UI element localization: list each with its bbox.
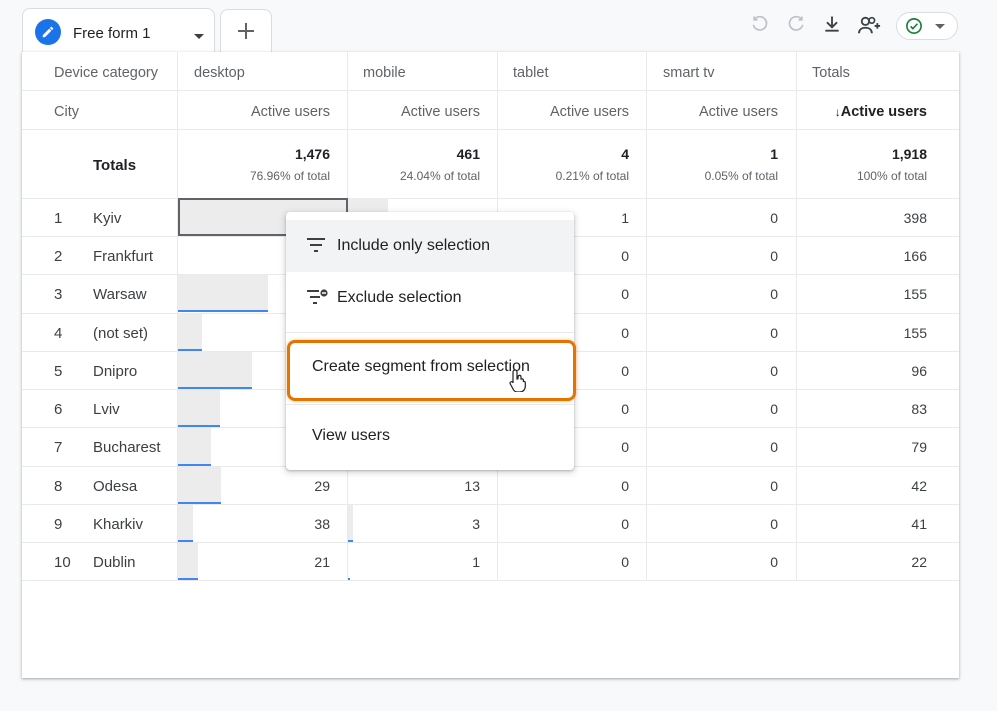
plus-icon — [238, 23, 254, 39]
metric-header[interactable]: Active users — [352, 104, 480, 120]
value-cell-desktop[interactable]: 21 — [182, 554, 330, 570]
caret-down-icon — [935, 24, 945, 29]
value-cell-mobile[interactable]: 3 — [352, 516, 480, 532]
menu-divider — [286, 404, 574, 405]
value-cell-smarttv[interactable]: 0 — [652, 439, 778, 455]
value-cell-smarttv[interactable]: 0 — [652, 478, 778, 494]
total-value: 1 — [770, 146, 778, 162]
value-cell-smarttv[interactable]: 0 — [652, 325, 778, 341]
metric-header-sorted[interactable]: ↓Active users — [802, 104, 927, 120]
row-index: 1 — [54, 210, 63, 227]
value-cell-mobile[interactable]: 1 — [352, 554, 480, 570]
value-cell-tablet[interactable]: 0 — [502, 516, 629, 532]
tab-free-form-1[interactable]: Free form 1 — [22, 8, 215, 52]
check-circle-icon — [906, 18, 922, 34]
total-percent: 100% of total — [856, 169, 927, 183]
value-cell-total[interactable]: 83 — [802, 401, 927, 417]
column-header-totals[interactable]: Totals — [812, 65, 850, 81]
total-percent: 0.05% of total — [704, 169, 778, 183]
hand-cursor-icon — [509, 368, 527, 397]
total-percent: 24.04% of total — [399, 169, 480, 183]
menu-divider — [286, 332, 574, 333]
city-cell[interactable]: Kyiv — [93, 210, 121, 227]
status-dropdown[interactable] — [896, 12, 958, 40]
city-cell[interactable]: (not set) — [93, 325, 148, 342]
menu-item-exclude-selection[interactable]: Exclude selection — [286, 272, 574, 324]
metric-header[interactable]: Active users — [652, 104, 778, 120]
value-cell-total[interactable]: 155 — [802, 286, 927, 302]
metric-header[interactable]: Active users — [182, 104, 330, 120]
row-index: 8 — [54, 478, 63, 495]
menu-item-label: Exclude selection — [337, 289, 462, 306]
value-cell-smarttv[interactable]: 0 — [652, 554, 778, 570]
value-cell-smarttv[interactable]: 0 — [652, 401, 778, 417]
value-cell-tablet[interactable]: 0 — [502, 554, 629, 570]
caret-down-icon[interactable] — [193, 28, 205, 46]
row-index: 9 — [54, 516, 63, 533]
total-value: 1,476 — [294, 146, 330, 162]
selection-highlight — [287, 340, 576, 401]
row-index: 10 — [54, 554, 71, 571]
city-cell[interactable]: Odesa — [93, 478, 137, 495]
value-cell-total[interactable]: 42 — [802, 478, 927, 494]
row-index: 4 — [54, 325, 63, 342]
pencil-icon — [35, 19, 61, 45]
city-cell[interactable]: Kharkiv — [93, 516, 143, 533]
column-header-desktop[interactable]: desktop — [194, 65, 245, 81]
row-dimension-header[interactable]: City — [54, 104, 79, 120]
add-tab-button[interactable] — [220, 9, 272, 52]
total-percent: 76.96% of total — [249, 169, 330, 183]
row-index: 6 — [54, 401, 63, 418]
value-cell-total[interactable]: 96 — [802, 363, 927, 379]
total-percent: 0.21% of total — [555, 169, 629, 183]
row-index: 2 — [54, 248, 63, 265]
tab-title: Free form 1 — [73, 25, 151, 42]
value-cell-total[interactable]: 166 — [802, 248, 927, 264]
city-cell[interactable]: Dnipro — [93, 363, 137, 380]
value-cell-total[interactable]: 22 — [802, 554, 927, 570]
column-header-tablet[interactable]: tablet — [513, 65, 548, 81]
city-cell[interactable]: Bucharest — [93, 439, 161, 456]
value-cell-desktop[interactable]: 38 — [182, 516, 330, 532]
value-cell-smarttv[interactable]: 0 — [652, 286, 778, 302]
value-cell-smarttv[interactable]: 0 — [652, 210, 778, 226]
city-cell[interactable]: Dublin — [93, 554, 136, 571]
value-cell-mobile[interactable]: 13 — [352, 478, 480, 494]
row-index: 5 — [54, 363, 63, 380]
share-user-icon[interactable] — [857, 14, 883, 41]
city-cell[interactable]: Frankfurt — [93, 248, 153, 265]
column-header-smart-tv[interactable]: smart tv — [663, 65, 715, 81]
value-cell-total[interactable]: 41 — [802, 516, 927, 532]
filter-remove-icon — [306, 289, 328, 310]
city-cell[interactable]: Warsaw — [93, 286, 147, 303]
redo-icon[interactable] — [786, 14, 806, 39]
undo-icon[interactable] — [750, 14, 770, 39]
value-cell-smarttv[interactable]: 0 — [652, 516, 778, 532]
value-cell-total[interactable]: 155 — [802, 325, 927, 341]
value-cell-total[interactable]: 79 — [802, 439, 927, 455]
value-cell-smarttv[interactable]: 0 — [652, 248, 778, 264]
menu-item-label: Include only selection — [337, 237, 490, 254]
download-icon[interactable] — [822, 14, 842, 39]
total-value: 4 — [621, 146, 629, 162]
metric-header[interactable]: Active users — [502, 104, 629, 120]
dimension-header[interactable]: Device category — [54, 65, 158, 81]
menu-item-label: View users — [312, 427, 390, 444]
value-cell-tablet[interactable]: 0 — [502, 478, 629, 494]
column-header-mobile[interactable]: mobile — [363, 65, 406, 81]
menu-item-view-users[interactable]: View users — [286, 412, 574, 462]
row-index: 7 — [54, 439, 63, 456]
value-cell-total[interactable]: 398 — [802, 210, 927, 226]
value-cell-smarttv[interactable]: 0 — [652, 363, 778, 379]
total-value: 461 — [456, 146, 480, 162]
menu-item-include-only-selection[interactable]: Include only selection — [286, 220, 574, 272]
total-value: 1,918 — [891, 146, 927, 162]
row-index: 3 — [54, 286, 63, 303]
filter-icon — [306, 237, 326, 258]
city-cell[interactable]: Lviv — [93, 401, 120, 418]
value-cell-desktop[interactable]: 29 — [182, 478, 330, 494]
totals-label: Totals — [93, 157, 137, 174]
